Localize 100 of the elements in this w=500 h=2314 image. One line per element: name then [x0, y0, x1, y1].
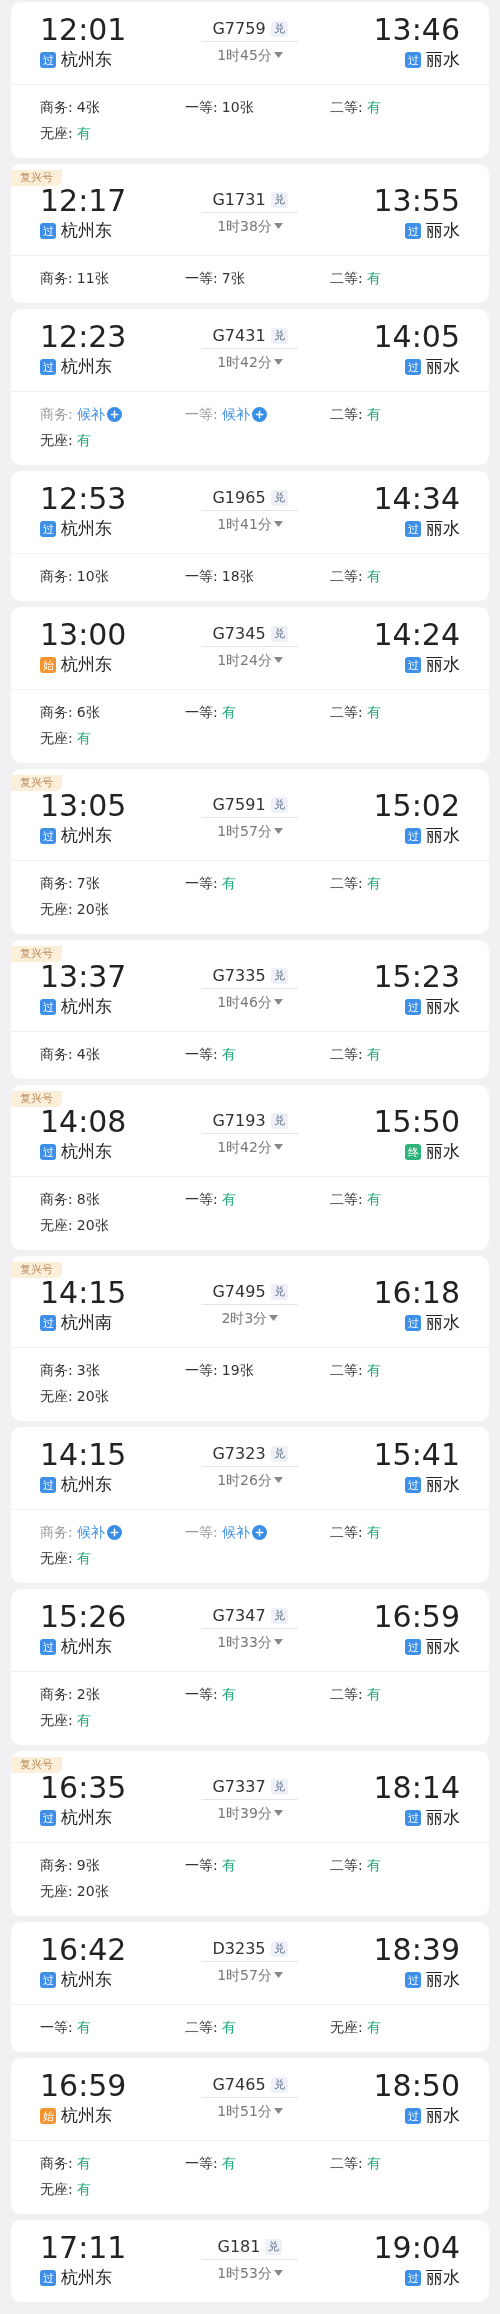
seat-class-label: 二等: — [330, 1855, 363, 1875]
travel-duration: 1时33分 — [217, 1632, 272, 1652]
departure-time: 13:37 — [40, 959, 127, 995]
station-type-badge: 过 — [405, 1639, 421, 1655]
caret-icon[interactable] — [273, 2108, 283, 2114]
caret-icon[interactable] — [273, 1477, 283, 1483]
travel-duration: 1时45分 — [217, 45, 272, 65]
departure-time: 12:23 — [40, 319, 127, 355]
station-type-badge: 过 — [40, 52, 56, 68]
seat-class-label: 商务: — [40, 1189, 73, 1209]
seat-class-label: 商务: — [40, 404, 73, 424]
departure-station: 杭州东 — [61, 1473, 112, 1497]
plus-icon[interactable] — [251, 1524, 267, 1540]
train-card[interactable]: 复兴号 12:17 过 杭州东 G1731 兑 1时38分 13:55 过 丽水 商务: 11张 一等: 7张 二等: 有 — [11, 164, 489, 303]
train-number: G1731 — [212, 188, 266, 211]
travel-duration: 1时24分 — [217, 650, 272, 670]
station-type-badge: 过 — [405, 223, 421, 239]
caret-icon[interactable] — [273, 223, 283, 229]
departure-time: 16:42 — [40, 1932, 127, 1968]
train-card[interactable]: 17:11 过 杭州东 G181 兑 1时53分 19:04 过 丽水 — [11, 2220, 489, 2302]
seat-availability: 有 — [366, 1360, 381, 1380]
seat-class-label: 无座: — [40, 2179, 73, 2199]
station-type-badge: 过 — [40, 999, 56, 1015]
train-card[interactable]: 复兴号 16:35 过 杭州东 G7337 兑 1时39分 18:14 过 丽水 商务: 9张 一等: 有 二等: 有 无座: 20张 — [11, 1751, 489, 1916]
train-number: G7337 — [212, 1775, 266, 1798]
caret-icon[interactable] — [273, 1639, 283, 1645]
seat-availability: 候补 — [221, 404, 250, 424]
caret-icon[interactable] — [273, 999, 283, 1005]
travel-duration: 1时39分 — [217, 1803, 272, 1823]
seat-class-label: 二等: — [330, 1044, 363, 1064]
train-card[interactable]: 12:53 过 杭州东 G1965 兑 1时41分 14:34 过 丽水 商务: 10张 一等: 18张 二等: 有 — [11, 471, 489, 601]
departure-time: 12:17 — [40, 183, 127, 219]
station-type-badge: 过 — [405, 2270, 421, 2286]
caret-icon[interactable] — [273, 2270, 283, 2276]
caret-icon[interactable] — [273, 657, 283, 663]
seat-class-label: 一等: — [185, 97, 218, 117]
plus-icon[interactable] — [251, 406, 267, 422]
travel-duration: 2时3分 — [221, 1308, 268, 1328]
train-card[interactable]: 14:15 过 杭州东 G7323 兑 1时26分 15:41 过 丽水 商务: 候补 一等: 候补 二等: 有 无座: 有 — [11, 1427, 489, 1583]
seat-class-label: 二等: — [330, 97, 363, 117]
seat-class-label: 二等: — [330, 404, 363, 424]
train-card[interactable]: 16:42 过 杭州东 D3235 兑 1时57分 18:39 过 丽水 一等: 有 二等: 有 无座: 有 — [11, 1922, 489, 2052]
train-card[interactable]: 16:59 始 杭州东 G7465 兑 1时51分 18:50 过 丽水 商务: 有 一等: 有 二等: 有 无座: 有 — [11, 2058, 489, 2214]
departure-station: 杭州东 — [61, 1140, 112, 1164]
station-type-badge: 过 — [405, 657, 421, 673]
train-type-tag: 复兴号 — [11, 946, 62, 962]
caret-icon[interactable] — [273, 1144, 283, 1150]
travel-duration: 1时57分 — [217, 821, 272, 841]
departure-station: 杭州东 — [61, 355, 112, 379]
train-type-tag: 复兴号 — [11, 1091, 62, 1107]
station-type-badge: 过 — [405, 52, 421, 68]
arrival-time: 13:46 — [373, 12, 460, 48]
caret-icon[interactable] — [273, 828, 283, 834]
seat-class-label: 一等: — [185, 1522, 218, 1542]
departure-station: 杭州南 — [61, 1311, 112, 1335]
caret-icon[interactable] — [273, 359, 283, 365]
station-type-badge: 终 — [405, 1144, 421, 1160]
exchange-badge: 兑 — [270, 1445, 288, 1462]
arrival-time: 14:24 — [373, 617, 460, 653]
seat-availability: 有 — [366, 1522, 381, 1542]
seat-availability: 10张 — [221, 97, 254, 117]
seat-class-label: 一等: — [185, 1044, 218, 1064]
train-card[interactable]: 15:26 过 杭州东 G7347 兑 1时33分 16:59 过 丽水 商务: 2张 一等: 有 二等: 有 无座: 有 — [11, 1589, 489, 1745]
station-type-badge: 始 — [40, 657, 56, 673]
train-card[interactable]: 12:01 过 杭州东 G7759 兑 1时45分 13:46 过 丽水 商务: 4张 一等: 10张 二等: 有 无座: 有 — [11, 2, 489, 158]
caret-icon[interactable] — [273, 1972, 283, 1978]
train-number: G7431 — [212, 324, 266, 347]
seat-class-label: 无座: — [40, 1548, 73, 1568]
train-number: G7591 — [212, 793, 266, 816]
train-card[interactable]: 复兴号 13:05 过 杭州东 G7591 兑 1时57分 15:02 过 丽水 商务: 7张 一等: 有 二等: 有 无座: 20张 — [11, 769, 489, 934]
train-card[interactable]: 复兴号 14:15 过 杭州南 G7495 兑 2时3分 16:18 过 丽水 商务: 3张 一等: 19张 二等: 有 无座: 20张 — [11, 1256, 489, 1421]
arrival-station: 丽水 — [426, 2266, 460, 2290]
train-card[interactable]: 13:00 始 杭州东 G7345 兑 1时24分 14:24 过 丽水 商务: 6张 一等: 有 二等: 有 无座: 有 — [11, 607, 489, 763]
caret-icon[interactable] — [273, 521, 283, 527]
seat-availability: 有 — [366, 1684, 381, 1704]
departure-station: 杭州东 — [61, 1806, 112, 1830]
caret-icon[interactable] — [273, 52, 283, 58]
train-card[interactable]: 复兴号 14:08 过 杭州东 G7193 兑 1时42分 15:50 终 丽水 商务: 8张 一等: 有 二等: 有 无座: 20张 — [11, 1085, 489, 1250]
caret-icon[interactable] — [273, 1810, 283, 1816]
caret-icon[interactable] — [269, 1315, 279, 1321]
travel-duration: 1时42分 — [217, 352, 272, 372]
seat-availability: 4张 — [76, 97, 100, 117]
seat-availability: 有 — [366, 268, 381, 288]
exchange-badge: 兑 — [270, 2076, 288, 2093]
plus-icon[interactable] — [106, 1524, 122, 1540]
departure-station: 杭州东 — [61, 2266, 112, 2290]
arrival-station: 丽水 — [426, 1473, 460, 1497]
arrival-time: 18:50 — [373, 2068, 460, 2104]
seat-availability: 有 — [76, 2153, 91, 2173]
seat-availability: 2张 — [76, 1684, 100, 1704]
exchange-badge: 兑 — [270, 1778, 288, 1795]
plus-icon[interactable] — [106, 406, 122, 422]
train-number: G7193 — [212, 1109, 266, 1132]
seat-availability: 20张 — [76, 1386, 109, 1406]
train-number: G7759 — [212, 17, 266, 40]
seat-availability: 有 — [76, 430, 91, 450]
train-card[interactable]: 复兴号 13:37 过 杭州东 G7335 兑 1时46分 15:23 过 丽水 商务: 4张 一等: 有 二等: 有 — [11, 940, 489, 1079]
seat-class-label: 商务: — [40, 566, 73, 586]
seat-class-label: 无座: — [40, 728, 73, 748]
train-card[interactable]: 12:23 过 杭州东 G7431 兑 1时42分 14:05 过 丽水 商务: 候补 一等: 候补 二等: 有 无座: 有 — [11, 309, 489, 465]
